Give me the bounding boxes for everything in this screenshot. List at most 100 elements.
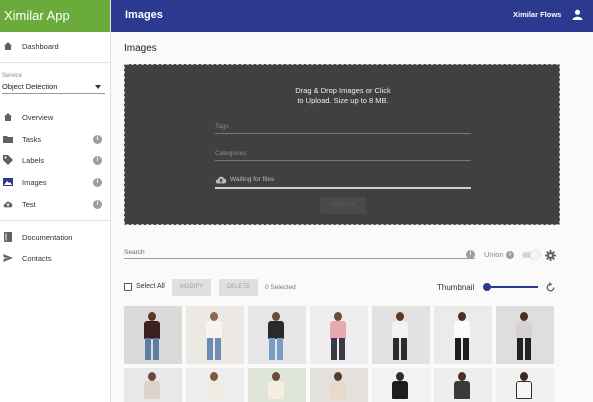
figure-leg: [517, 338, 523, 360]
divider: [0, 62, 111, 63]
image-thumbnail[interactable]: [248, 368, 306, 402]
figure-top: [330, 381, 346, 399]
dropzone-headline-line2: to Upload. Size up to 8 MB.: [297, 96, 389, 105]
app-brand[interactable]: Ximilar App: [0, 0, 110, 32]
image-icon: [3, 178, 13, 186]
sidebar-item-documentation[interactable]: Documentation: [0, 227, 111, 247]
sidebar-item-dashboard[interactable]: Dashboard: [0, 36, 111, 56]
figure-leg: [277, 338, 283, 360]
upload-dropzone[interactable]: Drag & Drop Images or Click to Upload. S…: [124, 64, 560, 225]
categories-input[interactable]: Categories: [215, 150, 471, 161]
info-icon[interactable]: i: [93, 135, 102, 144]
figure-head: [458, 372, 466, 381]
figure-leg: [153, 338, 159, 360]
slider-knob[interactable]: [483, 283, 491, 291]
figure-top: [392, 381, 408, 399]
sidebar-item-label: Images: [22, 178, 47, 187]
upload-status-text: Waiting for files: [230, 176, 275, 183]
figure-head: [148, 372, 156, 381]
ximilar-flows-link[interactable]: Ximilar Flows: [513, 10, 561, 19]
figure-leg: [331, 338, 337, 360]
figure-leg: [463, 338, 469, 360]
figure-head: [210, 372, 218, 381]
image-thumbnail[interactable]: [372, 368, 430, 402]
image-thumbnail[interactable]: [186, 368, 244, 402]
figure-head: [148, 312, 156, 321]
figure-head: [520, 372, 528, 381]
figure-leg: [215, 338, 221, 360]
figure-head: [272, 372, 280, 381]
figure-top: [268, 321, 284, 339]
refresh-icon[interactable]: [545, 282, 556, 293]
figure-top: [516, 321, 532, 339]
service-select[interactable]: Object Detection: [2, 82, 105, 94]
send-icon: [3, 254, 13, 262]
chevron-down-icon: [95, 85, 101, 89]
sidebar-item-labels[interactable]: Labels i: [0, 150, 111, 170]
sidebar-item-tasks[interactable]: Tasks i: [0, 129, 111, 149]
figure-head: [396, 372, 404, 381]
info-icon[interactable]: i: [93, 178, 102, 187]
image-thumbnail[interactable]: [496, 368, 554, 402]
tags-input[interactable]: Tags: [215, 123, 471, 134]
sidebar: Ximilar App Dashboard Service Object Det…: [0, 0, 111, 402]
image-thumbnail[interactable]: [372, 306, 430, 364]
header-title: Images: [125, 9, 163, 21]
select-all-checkbox[interactable]: [124, 283, 132, 291]
sidebar-item-contacts[interactable]: Contacts: [0, 248, 111, 268]
info-icon[interactable]: i: [466, 250, 475, 259]
figure-leg: [207, 338, 213, 360]
figure-head: [334, 312, 342, 321]
load-button[interactable]: LOAD (0): [320, 197, 366, 214]
sidebar-item-label: Dashboard: [22, 42, 59, 51]
cloud-upload-icon: [3, 201, 13, 208]
info-icon[interactable]: i: [506, 251, 514, 259]
tag-icon: [3, 155, 13, 165]
image-thumbnail[interactable]: [248, 306, 306, 364]
figure-top: [268, 381, 284, 399]
sidebar-item-label: Test: [22, 200, 36, 209]
figure-leg: [401, 338, 407, 360]
sidebar-item-label: Overview: [22, 113, 54, 122]
thumbnail-label: Thumbnail: [437, 283, 475, 292]
sidebar-item-overview[interactable]: Overview: [0, 107, 111, 127]
image-thumbnail[interactable]: [124, 368, 182, 402]
image-thumbnail[interactable]: [310, 368, 368, 402]
home-icon: [4, 113, 12, 121]
figure-top: [144, 381, 160, 399]
delete-button[interactable]: DELETE: [219, 279, 258, 296]
cloud-upload-icon: [215, 176, 227, 184]
dropzone-headline-line1: Drag & Drop Images or Click: [295, 86, 391, 95]
selected-count: 0 Selected: [265, 284, 296, 291]
image-thumbnail[interactable]: [496, 306, 554, 364]
thumbnail-size-slider[interactable]: [483, 283, 538, 291]
upload-status: Waiting for files: [215, 175, 471, 187]
info-icon[interactable]: i: [93, 200, 102, 209]
sidebar-item-images[interactable]: Images i: [0, 172, 111, 192]
figure-top: [206, 321, 222, 339]
info-icon[interactable]: i: [93, 156, 102, 165]
image-thumbnail[interactable]: [434, 306, 492, 364]
home-icon: [4, 42, 12, 50]
figure-head: [396, 312, 404, 321]
divider: [0, 220, 111, 221]
figure-leg: [455, 338, 461, 360]
figure-top: [516, 381, 532, 399]
union-toggle[interactable]: [522, 250, 540, 260]
figure-top: [454, 381, 470, 399]
toggle-knob[interactable]: [530, 250, 540, 260]
upload-progress-bar: [215, 187, 471, 189]
figure-top: [144, 321, 160, 339]
select-all-label[interactable]: Select All: [136, 283, 165, 290]
search-input[interactable]: Search: [124, 249, 475, 259]
modify-button[interactable]: MODIFY: [172, 279, 211, 296]
image-thumbnail[interactable]: [434, 368, 492, 402]
gear-icon[interactable]: [545, 250, 556, 261]
service-select-value: Object Detection: [2, 82, 58, 91]
figure-head: [210, 312, 218, 321]
image-thumbnail[interactable]: [310, 306, 368, 364]
user-icon[interactable]: [572, 9, 583, 20]
sidebar-item-test[interactable]: Test i: [0, 194, 111, 214]
image-thumbnail[interactable]: [124, 306, 182, 364]
image-thumbnail[interactable]: [186, 306, 244, 364]
